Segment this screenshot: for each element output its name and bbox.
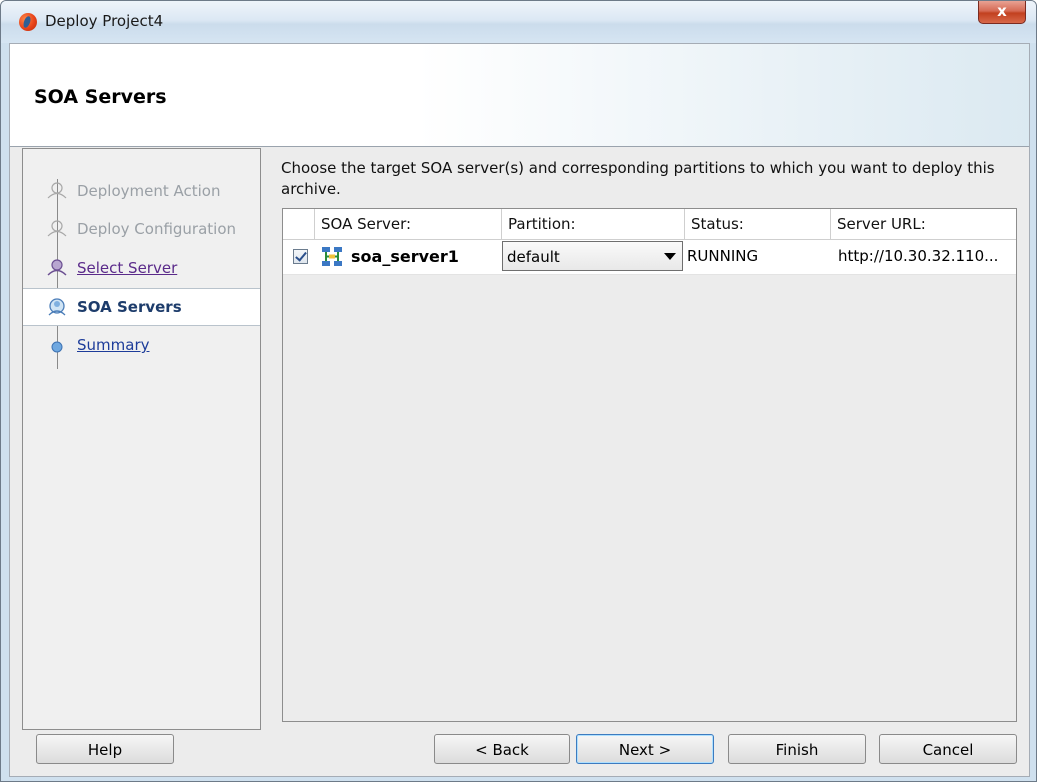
wizard-steps-nav: Deployment Action Deploy Configuration S… [22, 148, 261, 730]
nav-item-summary[interactable]: Summary [23, 327, 260, 363]
nav-item-select-server[interactable]: Select Server [23, 250, 260, 286]
window-title: Deploy Project4 [45, 12, 164, 30]
finish-button-label: Finish [775, 741, 819, 759]
nav-label-deployment-action: Deployment Action [77, 182, 221, 200]
deploy-dialog-window: Deploy Project4 x SOA Servers Deployment… [0, 0, 1037, 782]
nav-item-deploy-configuration: Deploy Configuration [23, 211, 260, 247]
train-stop-icon [47, 259, 67, 276]
column-header-status[interactable]: Status: [685, 209, 831, 239]
close-button[interactable]: x [978, 1, 1026, 24]
button-bar: Help < Back Next > Finish Cancel [10, 734, 1029, 776]
close-icon: x [997, 2, 1007, 20]
cancel-button-label: Cancel [922, 741, 974, 759]
column-header-soa-server[interactable]: SOA Server: [315, 209, 502, 239]
nav-label-select-server[interactable]: Select Server [77, 259, 177, 277]
next-button[interactable]: Next > [576, 734, 714, 764]
title-bar: Deploy Project4 x [1, 1, 1036, 43]
server-name: soa_server1 [351, 247, 459, 266]
train-stop-icon [51, 341, 63, 353]
train-stop-icon [48, 298, 66, 316]
server-status: RUNNING [687, 247, 759, 265]
cancel-button[interactable]: Cancel [879, 734, 1017, 764]
nav-label-deploy-configuration: Deploy Configuration [77, 220, 237, 238]
column-header-select [283, 209, 315, 239]
next-button-label: Next > [618, 741, 672, 759]
wizard-header: SOA Servers [10, 44, 1029, 147]
nav-item-deployment-action: Deployment Action [23, 173, 260, 209]
nav-label-soa-servers: SOA Servers [77, 298, 182, 316]
table-row[interactable]: soa_server1 default RUNNING http://10.30… [283, 240, 1016, 275]
column-header-server-url[interactable]: Server URL: [831, 209, 1016, 239]
server-url: http://10.30.32.110... [838, 247, 999, 265]
nav-item-soa-servers[interactable]: SOA Servers [23, 288, 260, 326]
nav-label-summary[interactable]: Summary [77, 336, 150, 354]
help-button[interactable]: Help [36, 734, 174, 764]
back-button[interactable]: < Back [434, 734, 570, 764]
table-header: SOA Server: Partition: Status: Server UR… [283, 209, 1016, 240]
partition-value: default [507, 248, 560, 266]
help-button-label: Help [87, 741, 123, 759]
main-content: Choose the target SOA server(s) and corr… [269, 148, 1019, 728]
partition-dropdown[interactable]: default [502, 241, 683, 271]
dialog-body: SOA Servers Deployment Action Deploy Con… [9, 43, 1030, 777]
back-button-label: < Back [475, 741, 529, 759]
train-stop-icon [47, 220, 67, 237]
server-cluster-icon [322, 247, 342, 266]
finish-button[interactable]: Finish [728, 734, 866, 764]
column-header-partition[interactable]: Partition: [502, 209, 685, 239]
train-stop-icon [47, 182, 67, 199]
soa-servers-table: SOA Server: Partition: Status: Server UR… [282, 208, 1017, 722]
server-select-checkbox[interactable] [293, 249, 308, 264]
app-logo-icon [19, 13, 37, 31]
page-title: SOA Servers [34, 86, 167, 108]
instructions-text: Choose the target SOA server(s) and corr… [281, 159, 995, 198]
dropdown-caret-icon [664, 253, 676, 260]
